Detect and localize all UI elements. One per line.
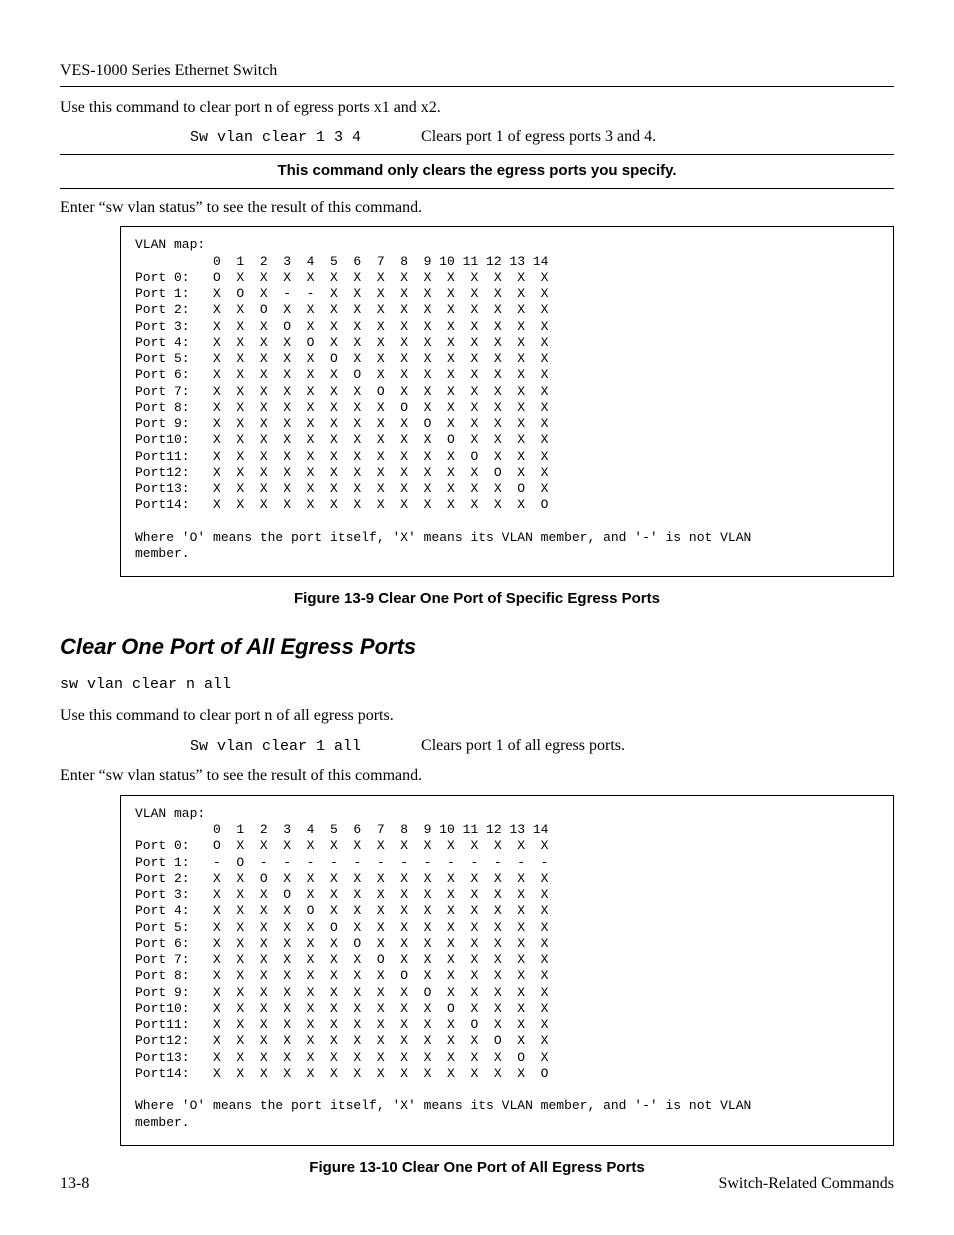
example2-description: Clears port 1 of all egress ports. xyxy=(421,735,625,757)
example1-description: Clears port 1 of egress ports 3 and 4. xyxy=(421,126,656,148)
vlan-map-output-2: VLAN map: 0 1 2 3 4 5 6 7 8 9 10 11 12 1… xyxy=(120,795,894,1146)
section2-description: Use this command to clear port n of all … xyxy=(60,705,894,727)
footer-section-title: Switch-Related Commands xyxy=(718,1173,894,1195)
figure-caption-1: Figure 13-9 Clear One Port of Specific E… xyxy=(60,589,894,609)
vlan-map-output-1: VLAN map: 0 1 2 3 4 5 6 7 8 9 10 11 12 1… xyxy=(120,226,894,577)
footer-page-number: 13-8 xyxy=(60,1173,89,1195)
intro-text: Use this command to clear port n of egre… xyxy=(60,97,894,119)
syntax-line: sw vlan clear n all xyxy=(60,675,894,695)
section-title-clear-all: Clear One Port of All Egress Ports xyxy=(60,632,894,662)
status-instruction-2: Enter “sw vlan status” to see the result… xyxy=(60,765,894,787)
callout-note: This command only clears the egress port… xyxy=(60,155,894,188)
example2-command: Sw vlan clear 1 all xyxy=(190,737,361,757)
example1-command: Sw vlan clear 1 3 4 xyxy=(190,128,361,148)
page-header: VES-1000 Series Ethernet Switch xyxy=(60,62,277,79)
status-instruction-1: Enter “sw vlan status” to see the result… xyxy=(60,197,894,219)
